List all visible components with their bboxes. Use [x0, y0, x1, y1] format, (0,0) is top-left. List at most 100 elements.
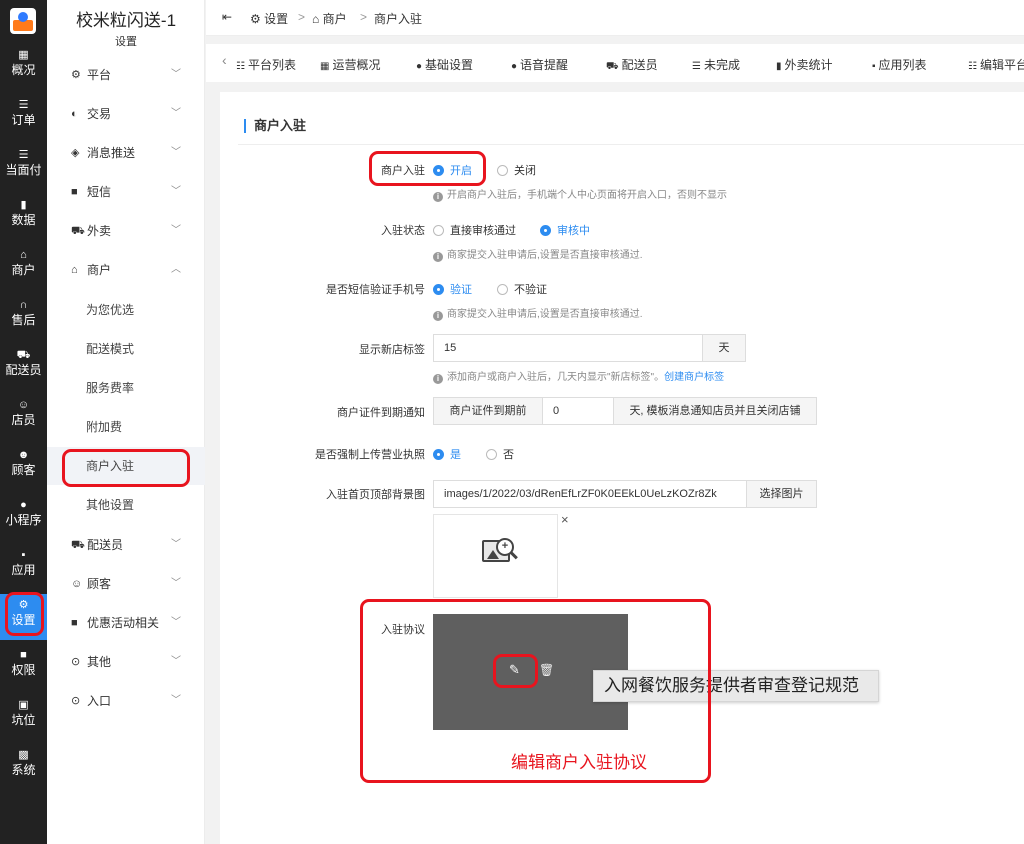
menu-item-other[interactable]: ⊙ 其他 ﹀	[47, 643, 205, 681]
tab-takeout-stats[interactable]: ▮ 外卖统计	[776, 56, 833, 73]
sms-radio-verify[interactable]: 验证	[433, 281, 472, 297]
chevron-down-icon: ﹀	[171, 617, 181, 628]
radio-unchecked-icon	[497, 165, 508, 176]
radio-unchecked-icon	[497, 284, 508, 295]
chart-icon: ▮	[776, 61, 782, 72]
sms-radio-noverify[interactable]: 不验证	[497, 281, 547, 297]
remove-image-icon[interactable]: ×	[561, 512, 569, 527]
info-icon: i	[433, 252, 443, 262]
highlight-merchant-entry-menu	[62, 449, 190, 487]
tab-edit-platform[interactable]: ☷ 编辑平台	[968, 56, 1024, 73]
app-logo	[10, 8, 36, 34]
grid-icon: ▦	[320, 61, 330, 72]
rail-item-data[interactable]: ▮ 数据	[0, 194, 47, 240]
rail-item-courier[interactable]: ⛟ 配送员	[0, 344, 47, 390]
submenu-item-surcharge[interactable]: 附加费	[47, 408, 205, 446]
menu-item-platform[interactable]: ⚙ 平台 ﹀	[47, 56, 205, 94]
newtag-days-input[interactable]: 15	[433, 334, 703, 362]
scooter-icon: ⛟	[606, 61, 619, 72]
license-radio-no[interactable]: 否	[486, 446, 514, 462]
menu-item-sms[interactable]: ■ 短信 ﹀	[47, 173, 205, 211]
radio-unchecked-icon	[486, 449, 497, 460]
tab-operation-overview[interactable]: ▦ 运营概况	[320, 56, 380, 73]
menu-item-trade[interactable]: ◐ 交易 ﹀	[47, 95, 205, 133]
rail-item-apps[interactable]: ▪ 应用	[0, 544, 47, 590]
chat-icon: ●	[416, 61, 423, 72]
info-icon: i	[433, 374, 443, 384]
create-merchant-tag-link[interactable]: 创建商户标签	[664, 372, 724, 383]
chevron-down-icon: ﹀	[171, 695, 181, 706]
section-title: 商户入驻	[244, 119, 306, 133]
tab-unfinished[interactable]: ☰ 未完成	[692, 56, 740, 73]
status-radio-direct[interactable]: 直接审核通过	[433, 222, 516, 238]
info-icon: i	[433, 311, 443, 321]
license-label: 是否强制上传营业执照	[315, 449, 425, 461]
chevron-down-icon: ﹀	[171, 539, 181, 550]
collapse-sidebar-icon[interactable]: ⇤	[222, 10, 232, 24]
tab-basic-settings[interactable]: ● 基础设置	[416, 56, 473, 73]
rail-item-permission[interactable]: ■ 权限	[0, 644, 47, 690]
rail-item-customer[interactable]: ☻ 顾客	[0, 444, 47, 490]
radio-checked-icon	[540, 225, 551, 236]
choose-image-button[interactable]: 选择图片	[746, 480, 817, 508]
message-icon: ◈	[71, 147, 80, 159]
list-icon: ☰	[18, 149, 29, 161]
slot-icon: ▣	[18, 699, 29, 711]
tab-app-list[interactable]: ▪ 应用列表	[872, 56, 927, 73]
bg-image-preview: +	[433, 514, 558, 598]
status-radio-review[interactable]: 审核中	[540, 222, 590, 238]
trade-icon: ◐	[71, 108, 78, 120]
breadcrumb-settings[interactable]: ⚙ 设置	[250, 10, 288, 27]
menu-item-takeout[interactable]: ⛟ 外卖 ﹀	[47, 212, 205, 250]
scooter-icon: ⛟	[16, 349, 31, 361]
list-icon: ☰	[692, 61, 701, 72]
menu-item-courier[interactable]: ⛟ 配送员 ﹀	[47, 526, 205, 564]
menu-item-push[interactable]: ◈ 消息推送 ﹀	[47, 134, 205, 172]
highlight-entry-toggle	[369, 151, 486, 186]
chevron-down-icon: ﹀	[171, 147, 181, 158]
rail-item-aftersale[interactable]: ∩ 售后	[0, 294, 47, 340]
bg-path-input[interactable]: images/1/2022/03/dRenEfLrZF0K0EEkL0UeLzK…	[433, 480, 747, 508]
rail-item-miniprogram[interactable]: ● 小程序	[0, 494, 47, 540]
rail-item-merchant[interactable]: ⌂ 商户	[0, 244, 47, 290]
chevron-down-icon: ﹀	[171, 656, 181, 667]
rail-item-system[interactable]: ▩ 系统	[0, 744, 47, 790]
annotation-text: 编辑商户入驻协议	[511, 753, 647, 772]
cert-days-input[interactable]: 0	[542, 397, 614, 425]
store-icon: ⌂	[71, 264, 78, 276]
submenu-item-other-settings[interactable]: 其他设置	[47, 486, 205, 524]
menu-item-customer[interactable]: ☺ 顾客 ﹀	[47, 565, 205, 603]
radio-checked-icon	[433, 284, 444, 295]
license-radio-yes[interactable]: 是	[433, 446, 461, 462]
submenu-item-service-fee[interactable]: 服务费率	[47, 369, 205, 407]
rail-item-overview[interactable]: ▦ 概况	[0, 44, 47, 90]
entry-icon: ⊙	[71, 695, 81, 707]
gear-icon: ⚙	[71, 69, 81, 81]
tab-scroll-left-icon[interactable]: ‹	[222, 52, 227, 68]
menu-item-entry[interactable]: ⊙ 入口 ﹀	[47, 682, 205, 720]
rail-item-clerk[interactable]: ☺ 店员	[0, 394, 47, 440]
menu-item-promotion[interactable]: ■ 优惠活动相关 ﹀	[47, 604, 205, 642]
entry-radio-off[interactable]: 关闭	[497, 162, 536, 178]
info-icon: i	[433, 192, 443, 202]
menu-item-merchant[interactable]: ⌂ 商户 ︿	[47, 251, 205, 289]
app-subtitle: 设置	[115, 36, 137, 48]
submenu-item-delivery-mode[interactable]: 配送模式	[47, 330, 205, 368]
breadcrumb-merchant[interactable]: ⌂ 商户	[312, 10, 347, 27]
tab-voice-reminder[interactable]: ● 语音提醒	[511, 56, 568, 73]
user-gear-icon: ⚙	[250, 12, 265, 26]
chevron-down-icon: ﹀	[171, 186, 181, 197]
rail-item-slot[interactable]: ▣ 坑位	[0, 694, 47, 740]
status-hint: i 商家提交入驻申请后,设置是否直接审核通过.	[433, 246, 643, 262]
tab-courier[interactable]: ⛟ 配送员	[606, 56, 658, 74]
rail-item-orders[interactable]: ☰ 订单	[0, 94, 47, 140]
list-icon: ☷	[968, 61, 977, 72]
submenu-item-recommend[interactable]: 为您优选	[47, 291, 205, 329]
newtag-label: 显示新店标签	[359, 344, 425, 356]
status-label: 入驻状态	[381, 225, 425, 237]
radio-unchecked-icon	[433, 225, 444, 236]
wechat-icon: ●	[20, 499, 27, 511]
tab-platform-list[interactable]: ☷ 平台列表	[236, 56, 296, 73]
store-icon: ⌂	[20, 249, 27, 261]
rail-item-facepay[interactable]: ☰ 当面付	[0, 144, 47, 190]
